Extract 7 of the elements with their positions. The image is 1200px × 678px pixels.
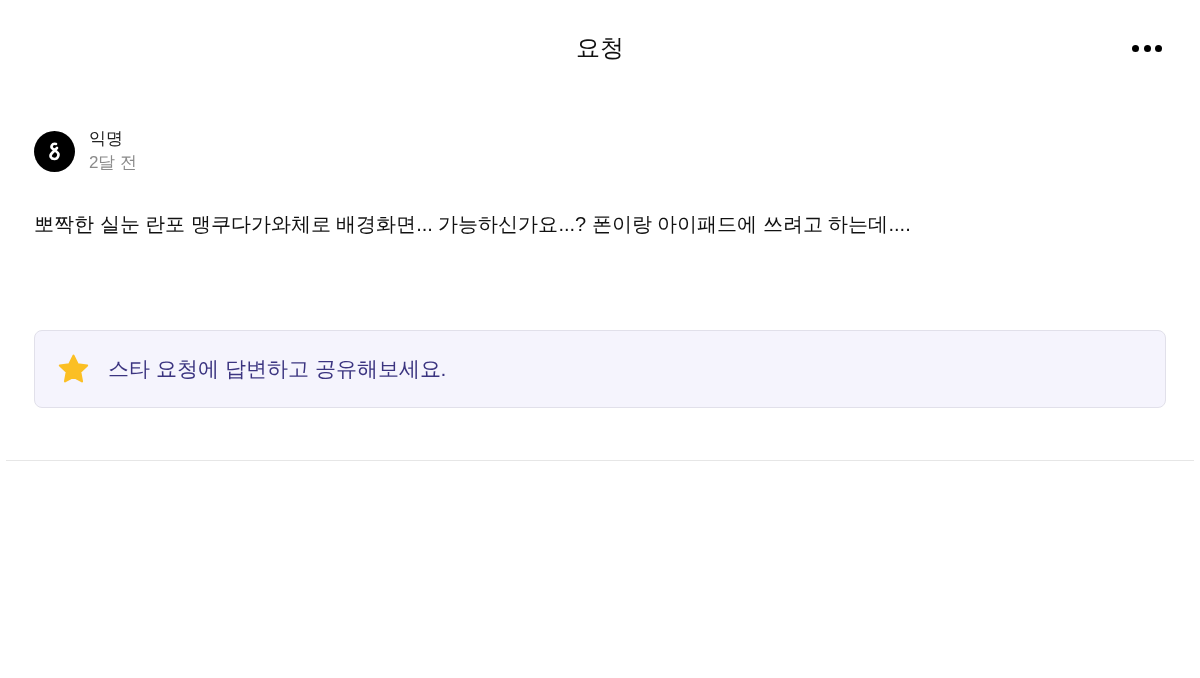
post-body: 뽀짝한 실눈 란포 맹쿠다가와체로 배경화면... 가능하신가요...? 폰이랑 아이패드에 쓰려고 하는데.... [34, 212, 912, 237]
post-time: 2달 전 [89, 152, 138, 174]
notice-text: 스타 요청에 답변하고 공유해보세요. [108, 356, 447, 383]
author-name: 익명 [89, 128, 124, 150]
page-title: 요청 [576, 36, 624, 60]
star-icon [57, 353, 90, 385]
avatar-icon [34, 130, 75, 172]
